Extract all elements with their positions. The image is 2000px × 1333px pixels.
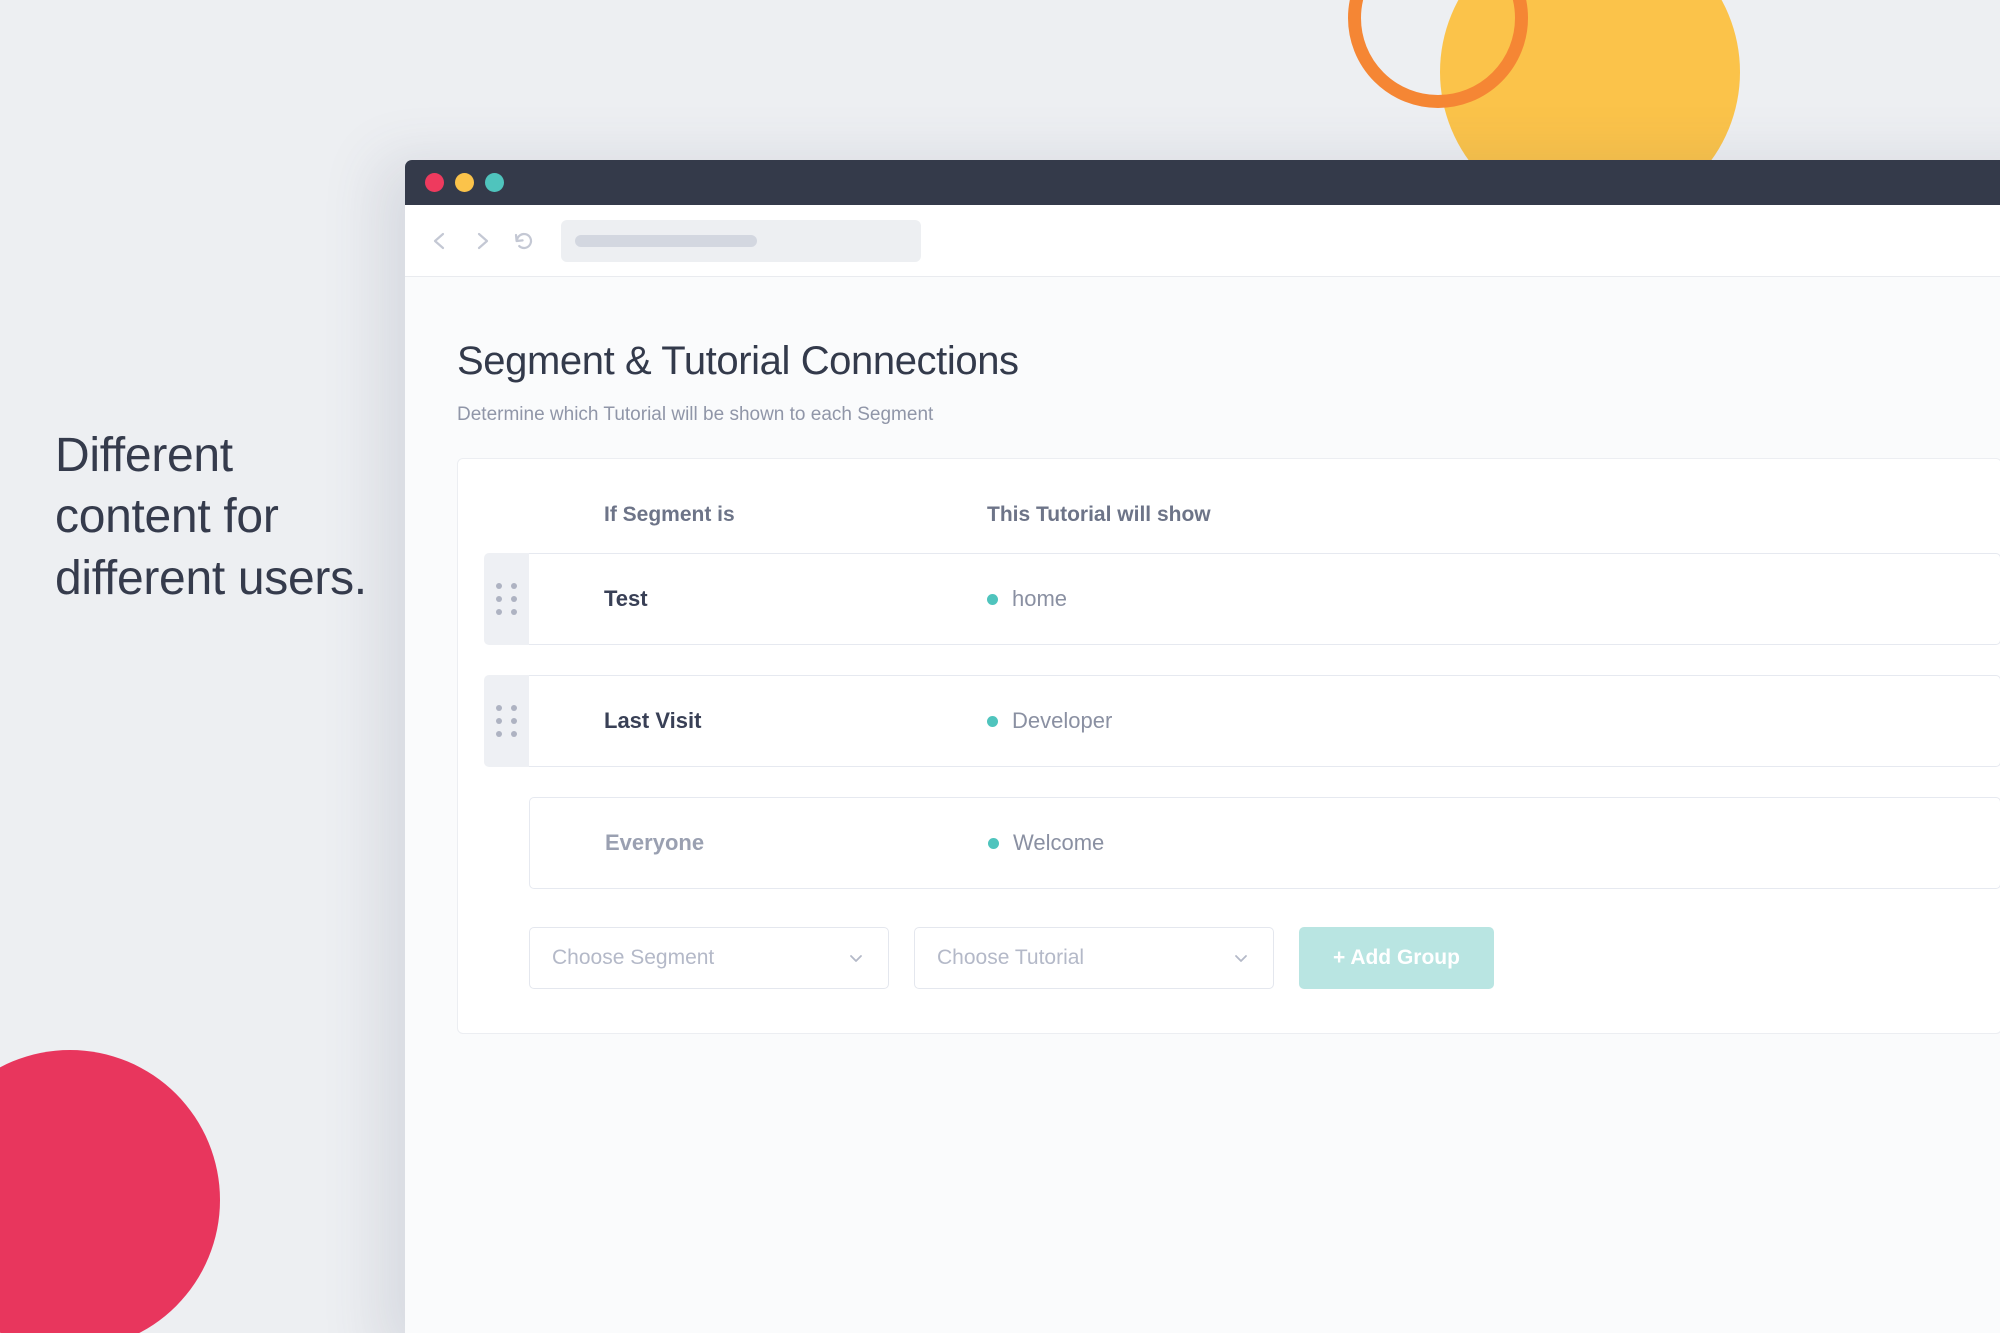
row-body: Test home: [529, 553, 2000, 645]
browser-window: Segment & Tutorial Connections Determine…: [405, 160, 2000, 1333]
chevron-down-icon: [1231, 948, 1251, 968]
drag-handle-icon[interactable]: [484, 553, 529, 645]
row-segment-value: Test: [604, 586, 648, 611]
table-row[interactable]: Last Visit Developer: [484, 675, 2000, 767]
address-bar[interactable]: [561, 219, 921, 262]
connections-card: If Segment is This Tutorial will show Te…: [457, 458, 2000, 1034]
chevron-down-icon: [846, 948, 866, 968]
row-tutorial-value: home: [1012, 586, 1068, 611]
status-dot-icon: [987, 593, 998, 605]
browser-toolbar: [405, 205, 2000, 277]
row-segment-value: Last Visit: [604, 708, 702, 733]
row-body: Last Visit Developer: [529, 675, 2000, 767]
decor-crimson-circle: [0, 1050, 220, 1333]
page-title: Segment & Tutorial Connections: [457, 339, 1019, 383]
column-header-tutorial: This Tutorial will show: [987, 503, 1211, 526]
drag-handle-icon[interactable]: [484, 675, 529, 767]
close-dot[interactable]: [425, 173, 444, 192]
minimize-dot[interactable]: [455, 173, 474, 192]
tutorial-select[interactable]: Choose Tutorial: [914, 927, 1274, 989]
browser-titlebar: [405, 160, 2000, 205]
row-tutorial-value: Welcome: [1013, 830, 1105, 855]
connection-rows: Test home Last Visit Developer Everyone …: [458, 553, 2000, 889]
row-tutorial-cell: Developer: [987, 708, 1407, 734]
status-dot-icon: [988, 837, 999, 849]
column-header-segment: If Segment is: [604, 503, 735, 526]
row-body: Everyone Welcome: [529, 797, 2000, 889]
row-tutorial-value: Developer: [1012, 708, 1113, 733]
column-headers: If Segment is This Tutorial will show: [458, 503, 2000, 527]
table-row[interactable]: Test home: [484, 553, 2000, 645]
segment-select-value: Choose Segment: [552, 946, 715, 969]
row-segment-value: Everyone: [605, 830, 705, 855]
table-row[interactable]: Everyone Welcome: [529, 797, 2000, 889]
status-dot-icon: [987, 715, 998, 727]
page-content: Segment & Tutorial Connections Determine…: [405, 277, 2000, 1333]
tutorial-select-value: Choose Tutorial: [937, 946, 1085, 969]
reload-icon[interactable]: [503, 220, 545, 262]
maximize-dot[interactable]: [485, 173, 504, 192]
address-placeholder-pill: [575, 234, 757, 247]
forward-icon[interactable]: [461, 220, 503, 262]
segment-select[interactable]: Choose Segment: [529, 927, 889, 989]
row-tutorial-cell: Welcome: [988, 830, 1408, 856]
row-tutorial-cell: home: [987, 586, 1407, 612]
back-icon[interactable]: [419, 220, 461, 262]
page-subtitle: Determine which Tutorial will be shown t…: [457, 404, 934, 425]
add-group-button[interactable]: + Add Group: [1299, 927, 1494, 989]
add-group-form: Choose Segment Choose Tutorial + Add Gro…: [529, 927, 2000, 989]
